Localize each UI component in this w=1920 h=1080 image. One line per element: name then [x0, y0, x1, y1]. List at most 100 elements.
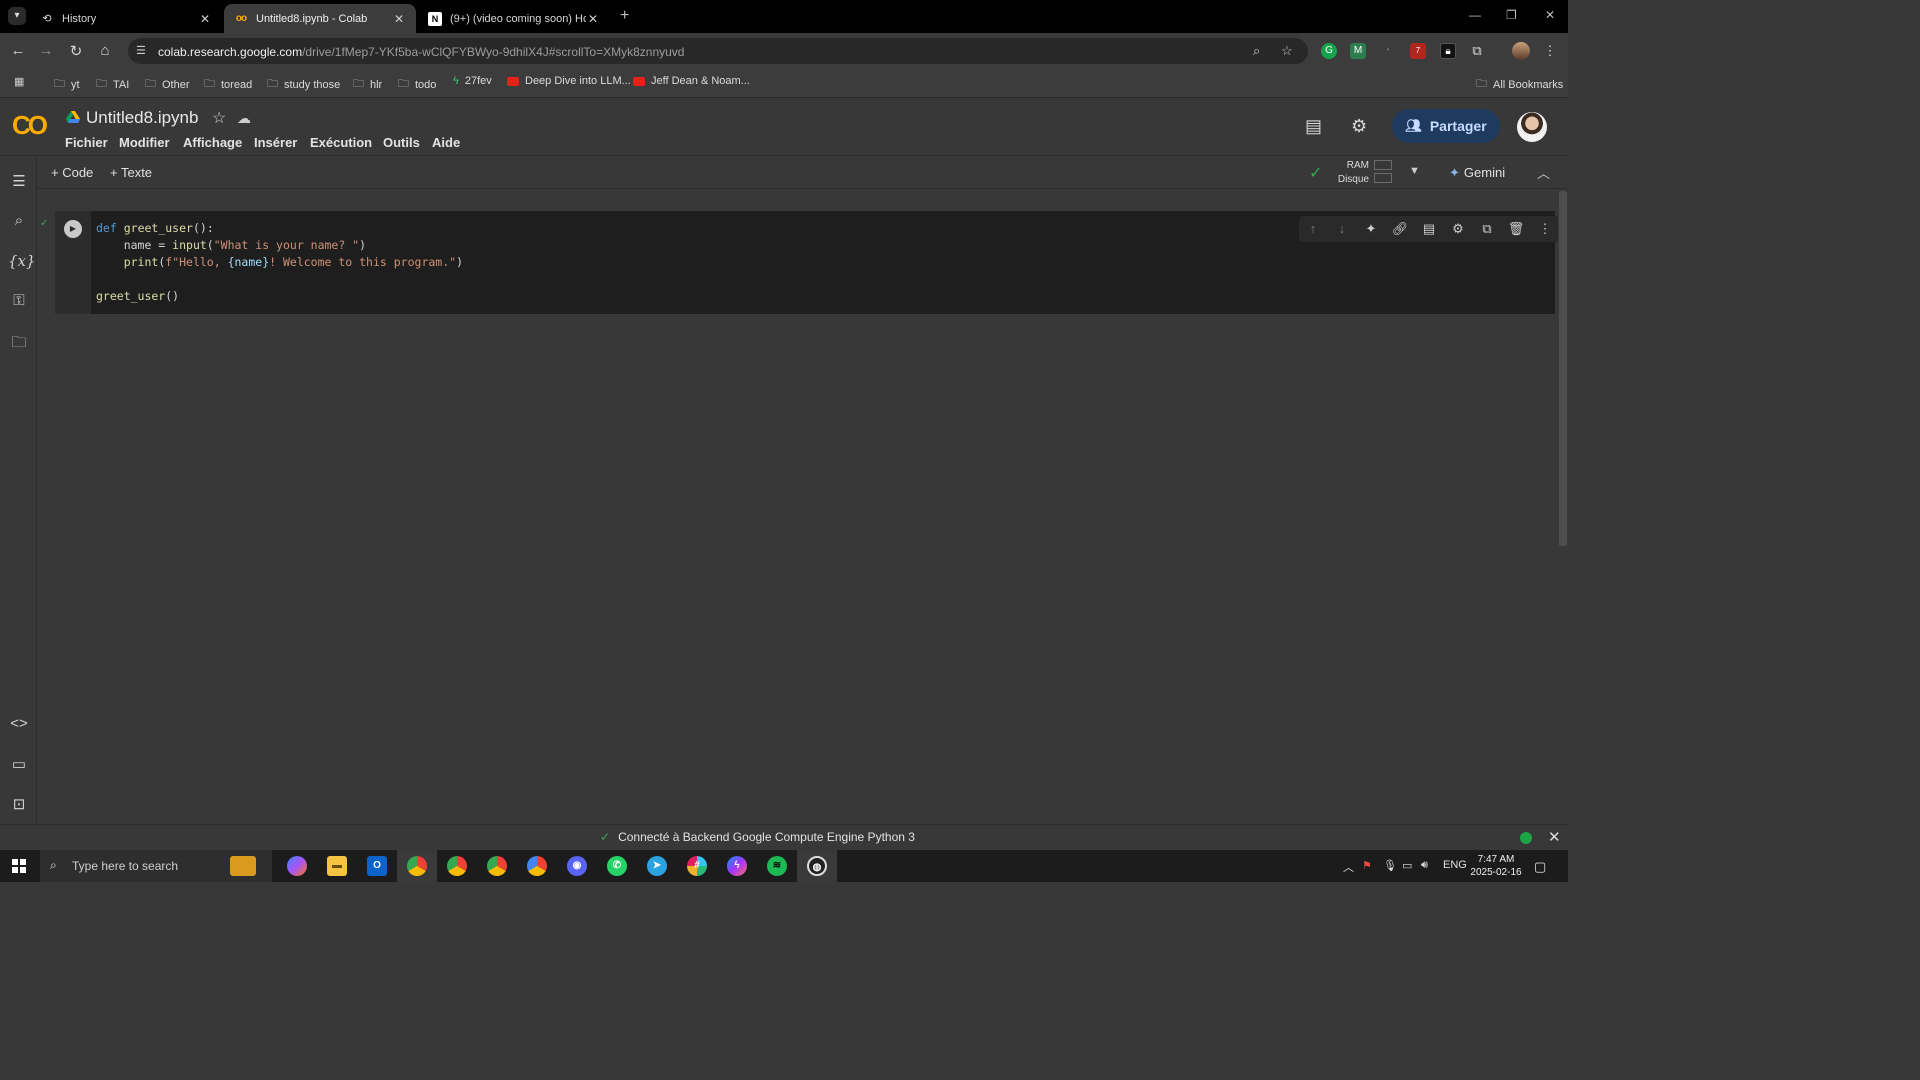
runtime-dropdown-icon[interactable]: ▼ — [1409, 165, 1420, 177]
bookmark-jeff-dean[interactable]: Jeff Dean & Noam... — [633, 75, 750, 87]
move-cell-down-icon[interactable]: ↓ — [1333, 221, 1351, 236]
volume-icon[interactable]: 🔊︎ — [1421, 859, 1428, 872]
bookmark-tai[interactable]: 🗀︎ TAI — [96, 75, 129, 94]
tray-app-icon[interactable]: ⚑ — [1362, 859, 1372, 872]
microphone-icon[interactable]: 🎙︎ — [1383, 859, 1397, 872]
restore-icon[interactable]: ❐ — [1506, 8, 1517, 22]
chrome-profile-4-icon[interactable] — [527, 856, 547, 876]
bookmark-todo[interactable]: 🗀︎ todo — [398, 75, 436, 94]
close-window-icon[interactable]: ✕ — [1545, 8, 1555, 22]
variables-icon[interactable]: {x} — [8, 252, 36, 270]
outlook-app-icon[interactable]: O — [367, 856, 387, 876]
chrome-app-icon[interactable] — [407, 856, 427, 876]
close-tab-icon[interactable]: ✕ — [392, 12, 406, 26]
telegram-app-icon[interactable]: ➤ — [647, 856, 667, 876]
extensions-puzzle-icon[interactable]: ⧉ — [1469, 43, 1485, 59]
star-icon[interactable]: ☆ — [212, 108, 226, 128]
loading-extension-icon[interactable]: ◔ — [1379, 43, 1395, 59]
spotify-app-icon[interactable]: ≋ — [767, 856, 787, 876]
secrets-key-icon[interactable]: ⚿ — [8, 292, 30, 309]
move-cell-up-icon[interactable]: ↑ — [1304, 221, 1322, 236]
messenger-app-icon[interactable]: ϟ — [727, 856, 747, 876]
copilot-app-icon[interactable] — [287, 856, 307, 876]
menu-execution[interactable]: Exécution — [310, 135, 372, 150]
bookmark-study-those[interactable]: 🗀︎ study those — [267, 75, 340, 94]
bookmark-toread[interactable]: 🗀︎ toread — [204, 75, 252, 94]
search-icon[interactable]: ⌕ — [8, 212, 30, 229]
comments-icon[interactable]: ▤ — [1305, 116, 1322, 137]
lock-extension-icon[interactable]: 🔒︎ — [1440, 43, 1456, 59]
bookmark-deep-dive[interactable]: Deep Dive into LLM... — [507, 75, 631, 87]
minimize-icon[interactable]: — — [1469, 8, 1481, 22]
tray-expand-icon[interactable]: ︿ — [1343, 859, 1354, 875]
obs-app-icon[interactable]: ◍ — [807, 856, 827, 876]
bookmark-27fev[interactable]: ϟ 27fev — [453, 75, 492, 87]
bookmark-hlr[interactable]: 🗀︎ hlr — [353, 75, 382, 94]
chrome-profile-2-icon[interactable] — [447, 856, 467, 876]
colab-logo[interactable]: CO — [12, 110, 48, 141]
code-snippets-icon[interactable]: <> — [8, 715, 30, 732]
gemini-sparkle-icon[interactable]: ✦ — [1362, 221, 1380, 237]
menu-modifier[interactable]: Modifier — [119, 135, 170, 150]
site-info-icon[interactable]: ☰ — [136, 44, 146, 57]
language-indicator[interactable]: ENG — [1443, 859, 1467, 871]
address-bar[interactable]: ☰ colab.research.google.com/drive/1fMep7… — [128, 38, 1308, 64]
close-tab-icon[interactable]: ✕ — [586, 12, 600, 26]
windows-start-icon[interactable] — [12, 859, 26, 873]
cell-settings-gear-icon[interactable]: ⚙ — [1449, 221, 1467, 237]
comment-icon[interactable]: ▤ — [1420, 221, 1438, 237]
add-code-button[interactable]: + Code — [51, 165, 93, 180]
account-avatar[interactable] — [1517, 112, 1547, 142]
mirror-cell-icon[interactable]: ⧉ — [1478, 221, 1496, 237]
file-explorer-icon[interactable]: ▬ — [327, 856, 347, 876]
back-icon[interactable]: ← — [9, 42, 27, 59]
forward-icon[interactable]: → — [37, 42, 55, 59]
discord-app-icon[interactable]: ◉ — [567, 856, 587, 876]
all-bookmarks[interactable]: 🗀︎ All Bookmarks — [1476, 75, 1563, 94]
profile-avatar[interactable] — [1512, 42, 1530, 60]
mendeley-extension-icon[interactable]: M — [1350, 43, 1366, 59]
chrome-profile-3-icon[interactable] — [487, 856, 507, 876]
menu-fichier[interactable]: Fichier — [65, 135, 108, 150]
menu-inserer[interactable]: Insérer — [254, 135, 297, 150]
grammarly-extension-icon[interactable]: G — [1321, 43, 1337, 59]
vertical-scrollbar[interactable] — [1558, 189, 1568, 824]
tab-notion[interactable]: N (9+) (video coming soon) How ✕ — [418, 4, 610, 33]
new-tab-button[interactable]: + — [620, 7, 629, 25]
notebook-title[interactable]: Untitled8.ipynb — [86, 108, 198, 128]
add-text-button[interactable]: + Texte — [110, 165, 152, 180]
code-cell[interactable]: ▶ def greet_user(): name = input("What i… — [55, 211, 1559, 314]
apps-grid-icon[interactable]: ▦ — [14, 75, 30, 88]
scrollbar-thumb[interactable] — [1559, 191, 1567, 546]
files-folder-icon[interactable]: 🗀︎ — [8, 332, 30, 357]
command-palette-icon[interactable]: ▭ — [8, 755, 30, 773]
table-of-contents-icon[interactable]: ☰ — [8, 172, 30, 190]
bookmark-yt[interactable]: 🗀︎ yt — [54, 75, 80, 94]
link-icon[interactable]: 🔗︎ — [1391, 221, 1409, 237]
cloud-sync-icon[interactable]: ☁︎ — [237, 110, 251, 127]
system-clock[interactable]: 7:47 AM 2025-02-16 — [1466, 853, 1526, 879]
collapse-header-icon[interactable]: ︿ — [1537, 163, 1550, 182]
terminal-icon[interactable]: ⊡ — [8, 795, 30, 813]
home-icon[interactable]: ⌂ — [96, 42, 114, 59]
reload-icon[interactable]: ↻ — [67, 42, 85, 60]
settings-gear-icon[interactable]: ⚙ — [1351, 116, 1367, 137]
delete-cell-icon[interactable]: 🗑︎ — [1507, 221, 1525, 237]
connection-status[interactable]: ✓ Connecté à Backend Google Compute Engin… — [600, 830, 915, 844]
code-editor[interactable]: def greet_user(): name = input("What is … — [96, 220, 463, 305]
bookmark-star-icon[interactable]: ☆ — [1281, 43, 1293, 59]
menu-affichage[interactable]: Affichage — [183, 135, 242, 150]
run-cell-button[interactable]: ▶ — [64, 220, 82, 238]
menu-aide[interactable]: Aide — [432, 135, 460, 150]
whatsapp-app-icon[interactable]: ✆ — [607, 856, 627, 876]
taskbar-search[interactable]: ⌕ Type here to search — [40, 850, 272, 882]
close-status-icon[interactable]: ✕ — [1548, 828, 1561, 846]
gemini-button[interactable]: ✦ Gemini — [1449, 165, 1505, 181]
close-tab-icon[interactable]: ✕ — [198, 12, 212, 26]
tab-search-dropdown-icon[interactable]: ▾ — [8, 7, 26, 25]
share-button[interactable]: 👥︎ Partager — [1392, 109, 1500, 143]
network-icon[interactable]: ▭ — [1402, 859, 1412, 872]
tab-history[interactable]: ⟲ History ✕ — [30, 4, 222, 33]
slack-app-icon[interactable]: # — [687, 856, 707, 876]
bookmark-other[interactable]: 🗀︎ Other — [145, 75, 190, 94]
